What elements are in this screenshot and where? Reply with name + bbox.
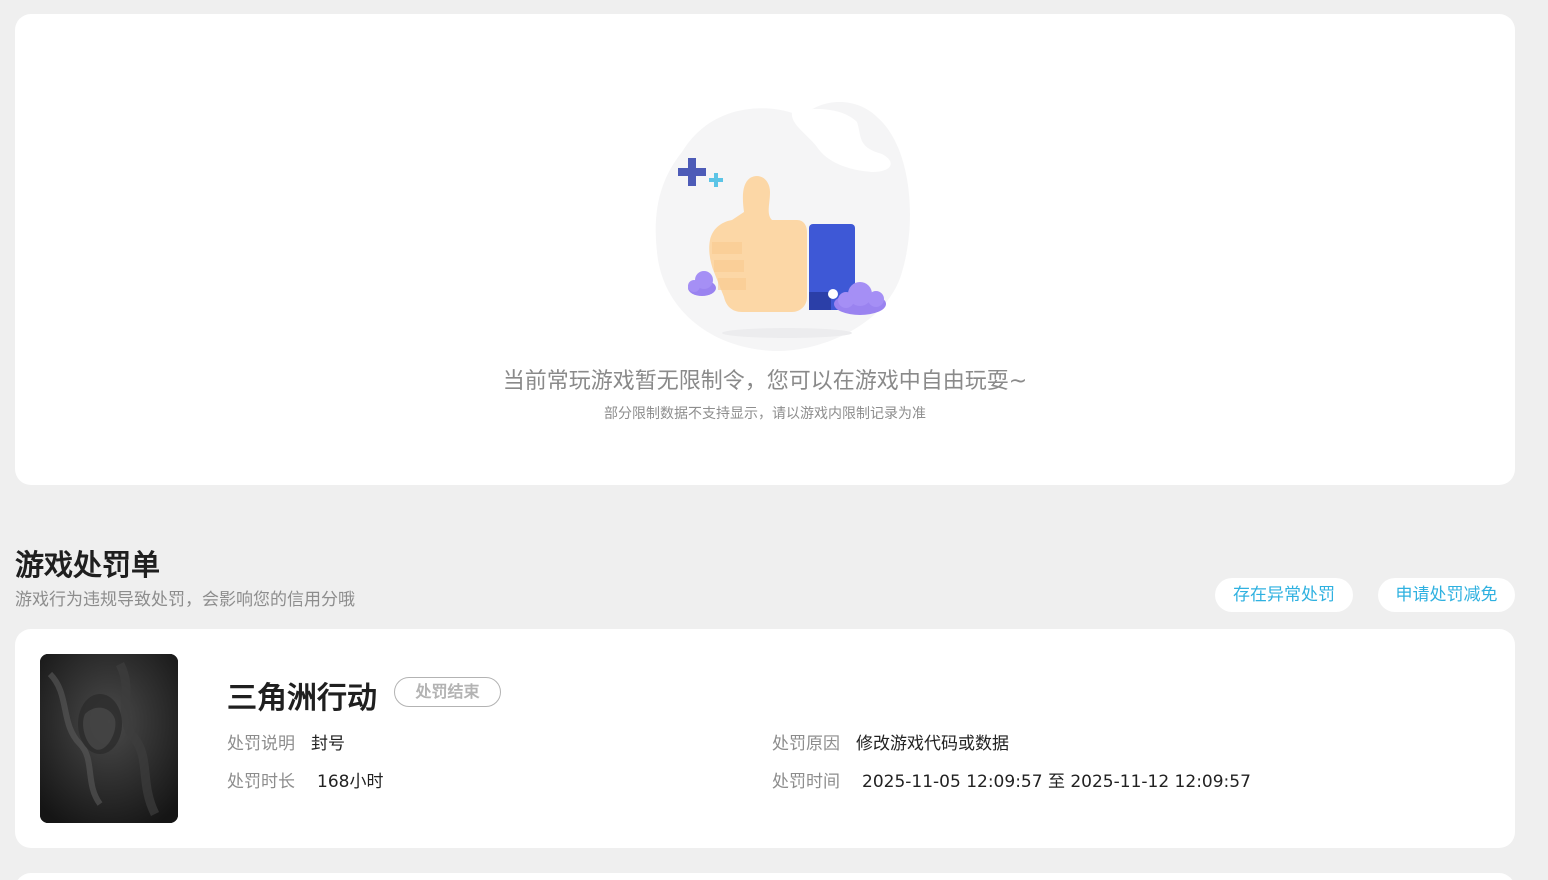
page: 当前常玩游戏暂无限制令，您可以在游戏中自由玩耍~ 部分限制数据不支持显示，请以游…	[0, 0, 1548, 880]
penalty-reason-label: 处罚原因	[772, 734, 840, 754]
penalty-duration-value: 168小时	[317, 772, 384, 792]
penalty-time-value: 2025-11-05 12:09:57 至 2025-11-12 12:09:5…	[862, 772, 1251, 792]
empty-state-title: 当前常玩游戏暂无限制令，您可以在游戏中自由玩耍~	[502, 369, 1028, 394]
status-badge: 处罚结束	[394, 677, 501, 707]
penalty-duration-label: 处罚时长	[227, 772, 295, 792]
penalty-card[interactable]: 三角洲行动 处罚结束 处罚说明 封号 处罚时长 168小时 处罚原因 修改游戏代码或数…	[15, 629, 1515, 848]
next-penalty-card[interactable]	[15, 873, 1515, 880]
empty-state-subtitle: 部分限制数据不支持显示，请以游戏内限制记录为准	[604, 406, 926, 422]
thumbs-up-illustration	[655, 102, 910, 352]
penalty-description-value: 封号	[311, 734, 345, 754]
penalty-description-label: 处罚说明	[227, 734, 295, 754]
section-title: 游戏处罚单	[15, 548, 161, 582]
appeal-penalty-button[interactable]: 申请处罚减免	[1378, 578, 1515, 612]
penalty-time-label: 处罚时间	[772, 772, 840, 792]
penalty-reason-value: 修改游戏代码或数据	[856, 734, 1009, 754]
abnormal-penalty-button[interactable]: 存在异常处罚	[1215, 578, 1353, 612]
penalty-description-field: 处罚说明 封号	[227, 729, 345, 754]
penalty-time-field: 处罚时间 2025-11-05 12:09:57 至 2025-11-12 12:…	[772, 767, 1251, 792]
penalty-duration-field: 处罚时长 168小时	[227, 767, 383, 792]
section-description: 游戏行为违规导致处罚，会影响您的信用分哦	[15, 590, 355, 610]
penalty-reason-field: 处罚原因 修改游戏代码或数据	[772, 729, 1009, 754]
game-name: 三角洲行动	[227, 681, 377, 716]
game-cover-image	[40, 654, 178, 823]
empty-state-card: 当前常玩游戏暂无限制令，您可以在游戏中自由玩耍~ 部分限制数据不支持显示，请以游…	[15, 14, 1515, 485]
